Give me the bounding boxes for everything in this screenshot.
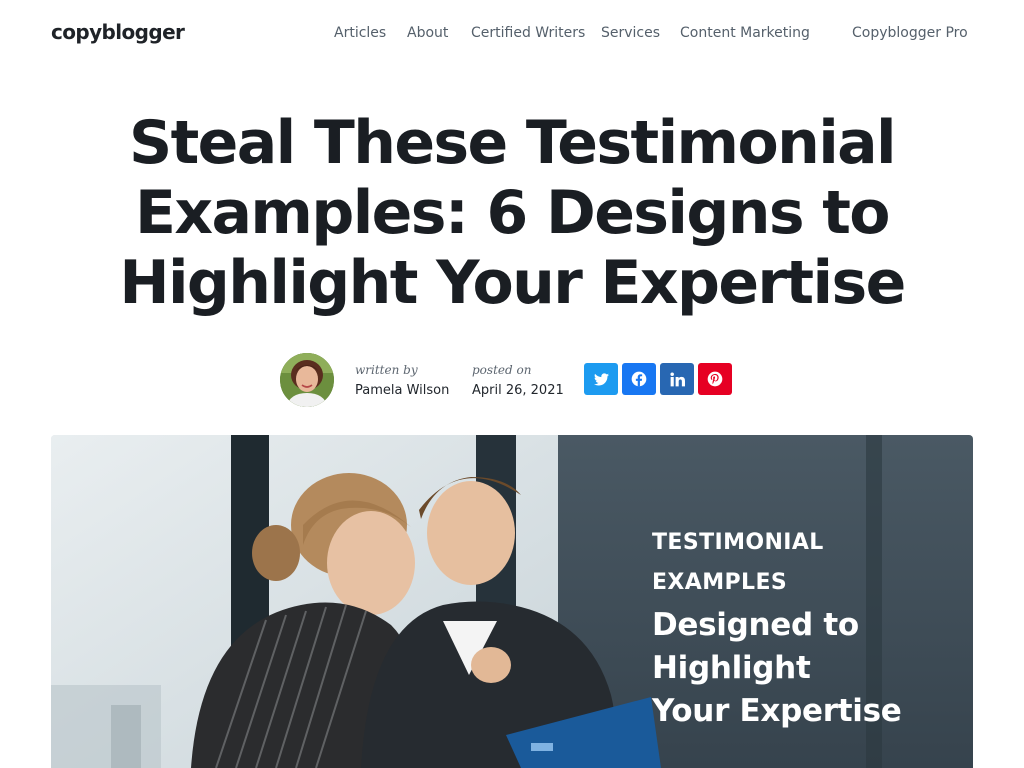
hero-overlay-text: TESTIMONIAL EXAMPLES Designed to Highlig…: [652, 523, 902, 732]
written-by-label: written by: [355, 363, 418, 377]
nav-content-marketing[interactable]: Content Marketing: [680, 25, 810, 41]
author-photo: [280, 353, 334, 407]
nav-copyblogger-pro[interactable]: Copyblogger Pro: [852, 25, 968, 41]
article-title: Steal These Testimonial Examples: 6 Desi…: [119, 108, 906, 318]
hero-headline-line-1: Designed to: [652, 607, 859, 643]
author-name[interactable]: Pamela Wilson: [355, 383, 449, 398]
hero-headline-line-2: Highlight: [652, 650, 811, 686]
nav-services[interactable]: Services: [601, 25, 660, 41]
posted-on-label: posted on: [472, 363, 532, 377]
post-date: April 26, 2021: [472, 383, 564, 398]
share-pinterest-button[interactable]: [698, 363, 732, 395]
share-facebook-button[interactable]: [622, 363, 656, 395]
nav-about[interactable]: About: [407, 25, 448, 41]
hero-headline-line-3: Your Expertise: [652, 693, 902, 729]
nav-certified-writers[interactable]: Certified Writers: [471, 25, 585, 41]
linkedin-icon: [669, 371, 685, 386]
facebook-icon: [631, 371, 647, 387]
twitter-icon: [593, 372, 609, 385]
share-twitter-button[interactable]: [584, 363, 618, 395]
site-header: copyblogger Articles About Certified Wri…: [0, 0, 1024, 66]
hero-kicker-line-2: EXAMPLES: [652, 570, 788, 595]
main-nav: Articles About Certified Writers Service…: [0, 25, 1024, 43]
hero-kicker-line-1: TESTIMONIAL: [652, 530, 824, 555]
nav-articles[interactable]: Articles: [334, 25, 386, 41]
hero-image: TESTIMONIAL EXAMPLES Designed to Highlig…: [51, 435, 973, 768]
pinterest-icon: [707, 371, 723, 387]
share-linkedin-button[interactable]: [660, 363, 694, 395]
author-avatar[interactable]: [280, 353, 334, 407]
